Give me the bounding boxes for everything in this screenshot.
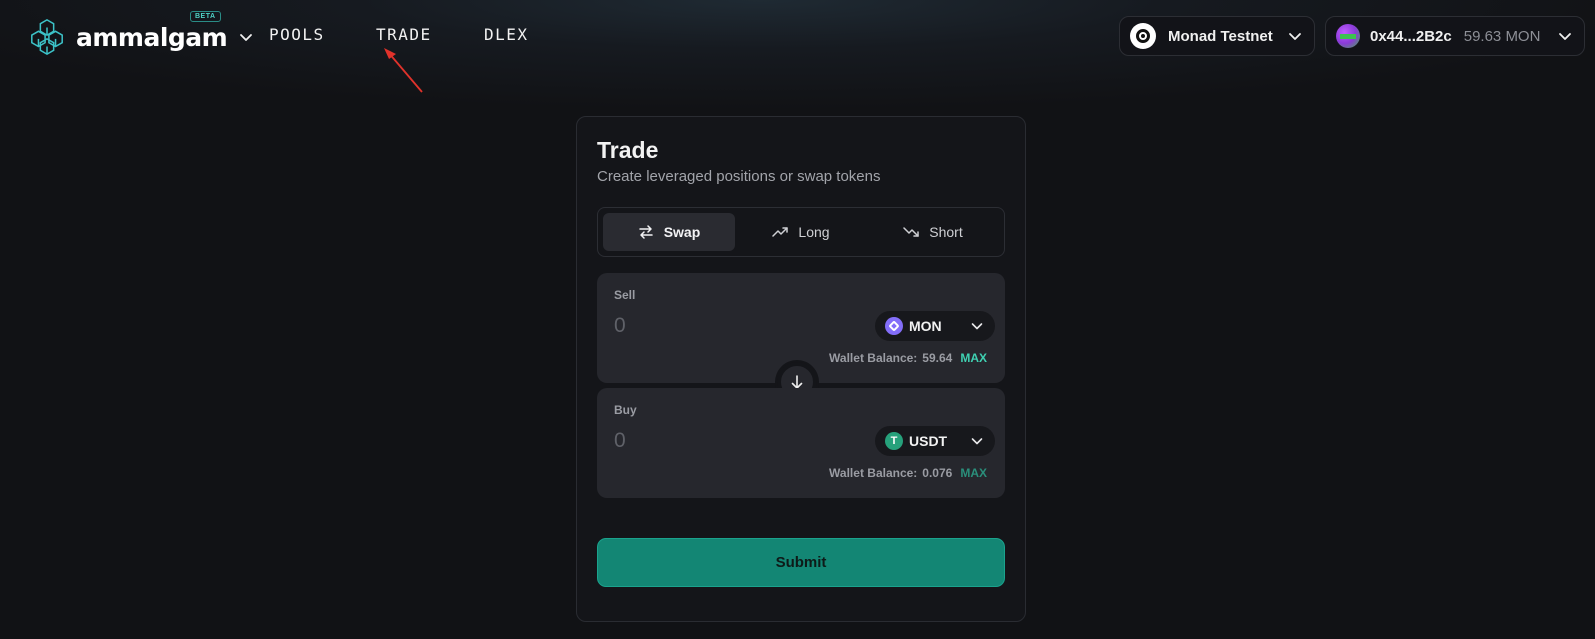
trend-up-icon <box>772 227 789 237</box>
trade-mode-tabs: Swap Long Short <box>597 207 1005 257</box>
tab-swap[interactable]: Swap <box>603 213 735 251</box>
chevron-down-icon <box>971 323 983 330</box>
sell-token-name: MON <box>909 318 942 334</box>
chevron-down-icon <box>240 34 253 41</box>
tab-short[interactable]: Short <box>867 213 999 251</box>
buy-label: Buy <box>614 403 637 417</box>
chevron-down-icon <box>1289 33 1301 40</box>
ammalgam-logo-icon <box>31 19 63 55</box>
buy-balance-label: Wallet Balance: <box>829 466 918 480</box>
buy-amount-input[interactable] <box>614 426 814 456</box>
buy-max-button[interactable]: MAX <box>960 466 987 480</box>
tab-long[interactable]: Long <box>735 213 867 251</box>
network-selector[interactable]: Monad Testnet <box>1119 16 1315 56</box>
sell-label: Sell <box>614 288 636 302</box>
nav-dlex[interactable]: DLEX <box>484 25 529 44</box>
avatar <box>1336 24 1360 48</box>
trade-card: Trade Create leveraged positions or swap… <box>576 116 1026 622</box>
submit-button[interactable]: Submit <box>597 538 1005 587</box>
page-title: Trade <box>597 137 659 163</box>
sell-balance-row: Wallet Balance: 59.64 MAX <box>829 351 987 365</box>
chevron-down-icon <box>1559 33 1571 40</box>
tab-swap-label: Swap <box>663 224 701 240</box>
arrow-down-icon <box>791 375 803 389</box>
sell-max-button[interactable]: MAX <box>960 351 987 365</box>
wallet-button[interactable]: 0x44...2B2c 59.63 MON <box>1325 16 1585 56</box>
trend-down-icon <box>903 227 920 237</box>
buy-balance-row: Wallet Balance: 0.076 MAX <box>829 466 987 480</box>
top-bar: ammalgam BETA POOLS TRADE DLEX Monad Tes… <box>0 0 1595 72</box>
page-subtitle: Create leveraged positions or swap token… <box>597 168 881 185</box>
network-name: Monad Testnet <box>1168 27 1273 45</box>
wallet-address: 0x44...2B2c <box>1370 27 1452 45</box>
monad-icon <box>1130 23 1156 49</box>
swap-icon <box>638 225 653 239</box>
nav-pools[interactable]: POOLS <box>269 25 325 44</box>
tab-long-label: Long <box>798 224 830 240</box>
chevron-down-icon <box>971 438 983 445</box>
buy-token-selector[interactable]: T USDT <box>875 426 995 456</box>
tab-short-label: Short <box>929 224 963 240</box>
wallet-balance: 59.63 MON <box>1463 27 1541 45</box>
buy-token-name: USDT <box>909 433 948 449</box>
usdt-token-icon: T <box>885 432 903 450</box>
buy-balance-value: 0.076 <box>922 466 953 480</box>
brand-name: ammalgam <box>76 22 228 52</box>
sell-token-selector[interactable]: MON <box>875 311 995 341</box>
beta-badge: BETA <box>190 11 221 22</box>
mon-token-icon <box>885 317 903 335</box>
sell-balance-label: Wallet Balance: <box>829 351 918 365</box>
sell-amount-input[interactable] <box>614 311 814 341</box>
nav-trade[interactable]: TRADE <box>376 25 432 44</box>
brand-logo[interactable]: ammalgam BETA <box>28 11 253 56</box>
buy-panel: Buy T USDT Wallet Balance: 0.076 MAX <box>597 388 1005 498</box>
sell-balance-value: 59.64 <box>922 351 953 365</box>
